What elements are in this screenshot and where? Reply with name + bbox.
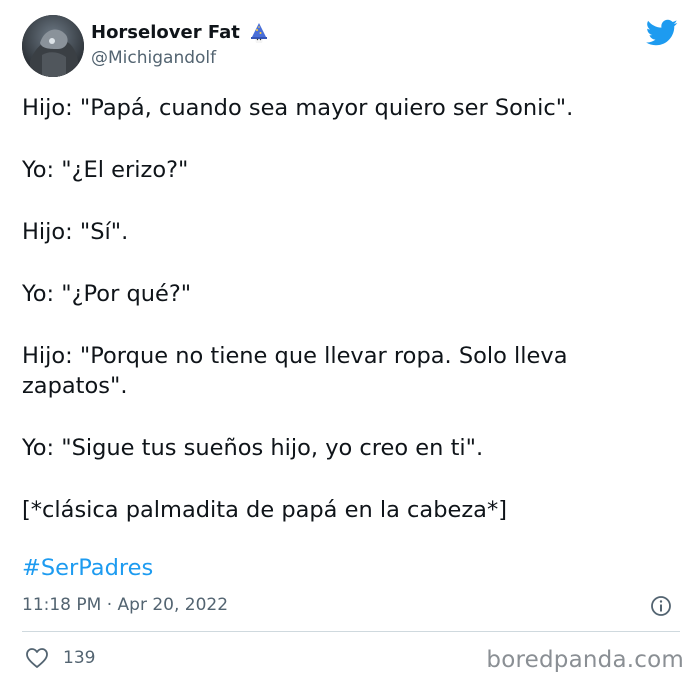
display-name-text: Horselover Fat — [91, 22, 240, 43]
tweet-line: Hijo: "Porque no tiene que llevar ropa. … — [22, 343, 568, 399]
tweet-timestamp[interactable]: 11:18 PM · Apr 20, 2022 — [22, 594, 228, 616]
hashtag-link[interactable]: #SerPadres — [22, 553, 153, 583]
tweet-line: Yo: "Sigue tus sueños hijo, yo creo en t… — [22, 435, 484, 461]
tweet-line: Yo: "¿Por qué?" — [22, 281, 192, 307]
twitter-bird-icon[interactable] — [646, 19, 678, 47]
tweet-card: Horselover Fat @Michigandolf Hijo: "Papá… — [0, 0, 700, 685]
divider — [22, 631, 680, 632]
author-names: Horselover Fat @Michigandolf — [91, 21, 270, 69]
like-count: 139 — [63, 648, 96, 668]
heart-icon[interactable] — [25, 647, 49, 669]
author-display-name[interactable]: Horselover Fat — [91, 21, 270, 45]
tweet-line: Hijo: "Papá, cuando sea mayor quiero ser… — [22, 95, 574, 121]
wizard-icon — [250, 23, 267, 43]
avatar[interactable] — [22, 15, 84, 77]
like-action[interactable]: 139 — [25, 647, 95, 669]
watermark: boredpanda.com — [486, 647, 684, 673]
info-icon[interactable] — [650, 595, 672, 617]
tweet-line: [*clásica palmadita de papá en la cabeza… — [22, 497, 507, 523]
tweet-header: Horselover Fat @Michigandolf — [22, 15, 682, 79]
tweet-line: Hijo: "Sí". — [22, 219, 129, 245]
author-handle[interactable]: @Michigandolf — [91, 47, 270, 69]
tweet-body: Hijo: "Papá, cuando sea mayor quiero ser… — [22, 93, 662, 557]
tweet-line: Yo: "¿El erizo?" — [22, 157, 189, 183]
